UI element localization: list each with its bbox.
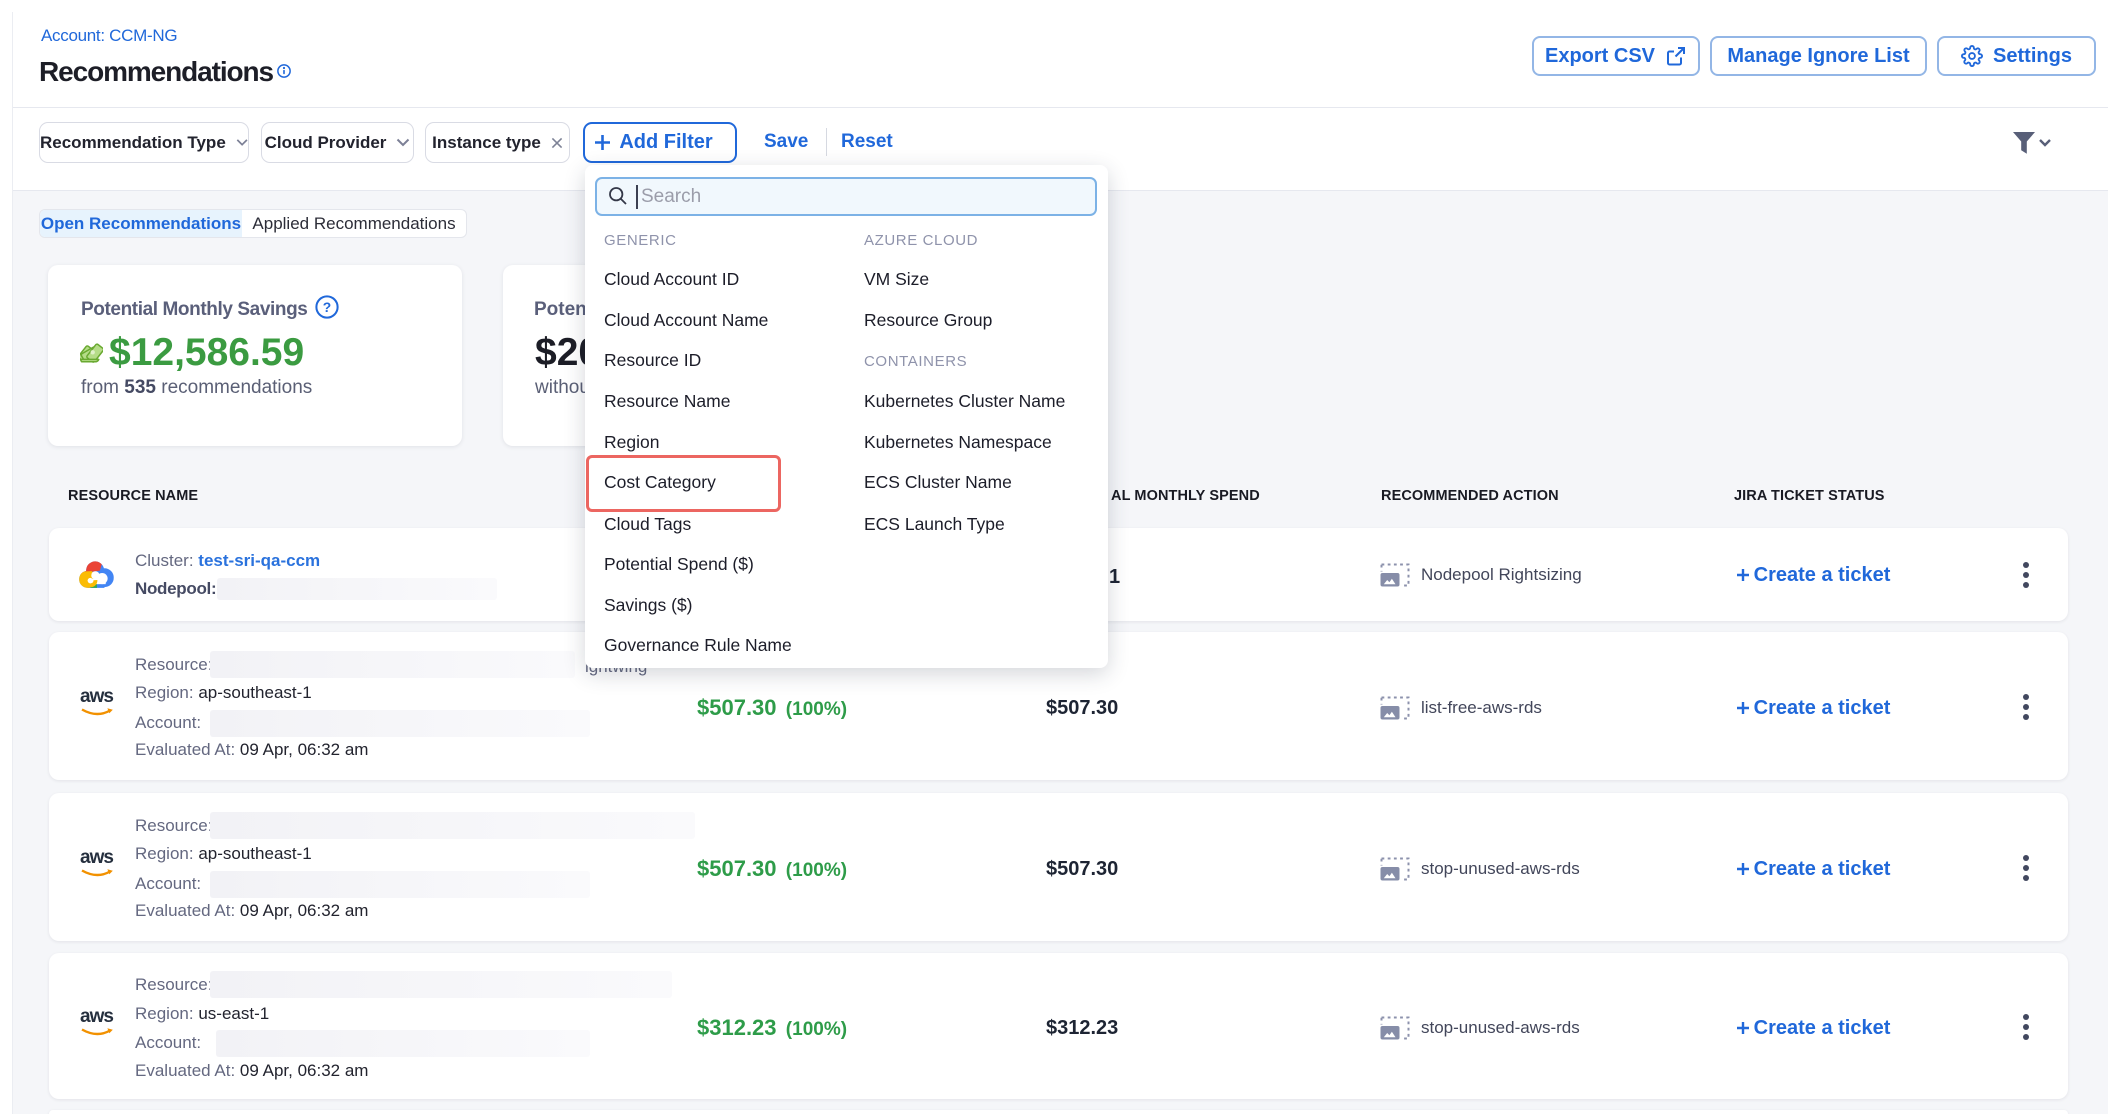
svg-text:?: ? (323, 299, 331, 315)
